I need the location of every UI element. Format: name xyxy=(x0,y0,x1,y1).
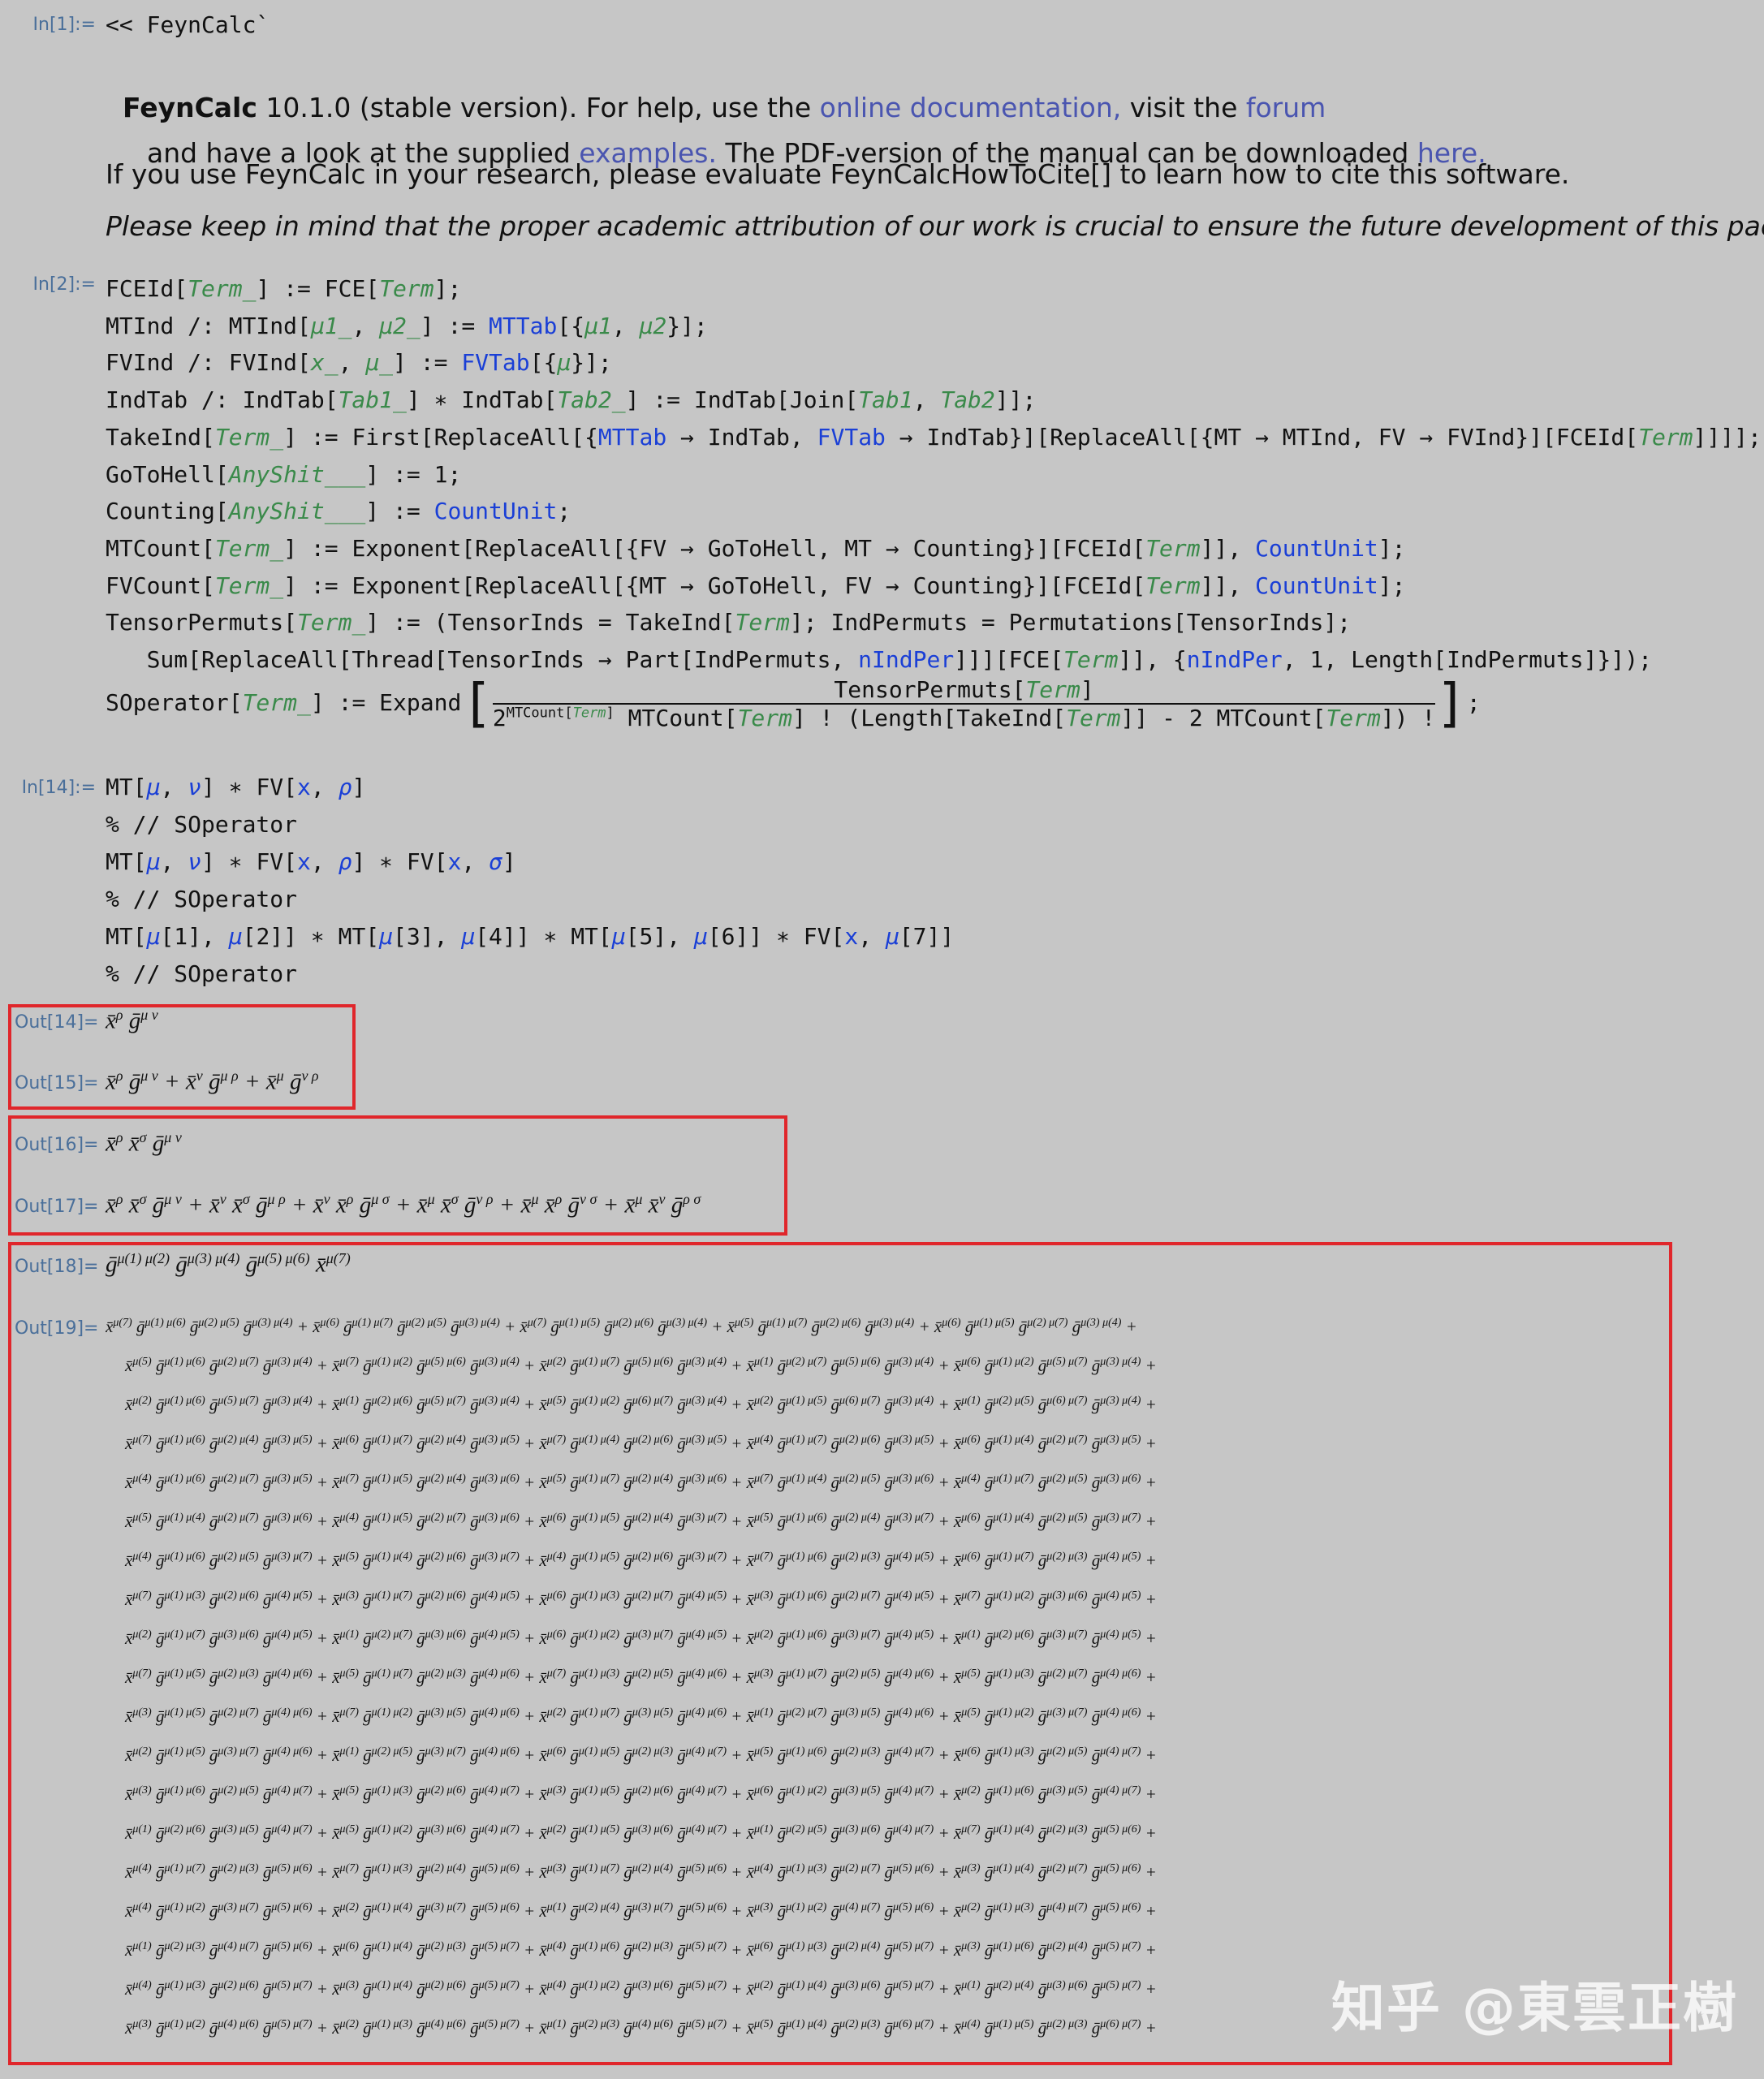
cell-label-out18: Out[18]= xyxy=(15,1257,99,1277)
cell-label-in14: In[14]:= xyxy=(21,778,96,798)
input-line-mt-fv-fv[interactable]: MT[μ, ν] ∗ FV[x, ρ] ∗ FV[x, σ] xyxy=(106,848,516,875)
sum-line: x̄μ(7) ḡμ(1) μ(6) ḡμ(2) μ(4) ḡμ(3) μ(5) … xyxy=(125,1434,1157,1453)
cell-label-out17: Out[17]= xyxy=(15,1197,99,1217)
input-line-get-feyncalc[interactable]: << FeynCalc` xyxy=(106,11,270,38)
sum-line: x̄μ(5) ḡμ(1) μ(4) ḡμ(2) μ(7) ḡμ(3) μ(6) … xyxy=(125,1512,1157,1531)
cell-label-out19: Out[19]= xyxy=(15,1318,99,1339)
output-out16: x̄ρ x̄σ ḡμ ν xyxy=(106,1129,182,1157)
input-line-soperator-3[interactable]: % // SOperator xyxy=(106,960,297,987)
sum-line: x̄μ(4) ḡμ(1) μ(6) ḡμ(2) μ(7) ḡμ(3) μ(5) … xyxy=(125,1473,1157,1492)
sum-line: x̄μ(7) ḡμ(1) μ(3) ḡμ(2) μ(6) ḡμ(4) μ(5) … xyxy=(125,1589,1157,1609)
sum-line: x̄μ(4) ḡμ(1) μ(7) ḡμ(2) μ(3) ḡμ(5) μ(6) … xyxy=(125,1862,1157,1882)
sum-line: x̄μ(1) ḡμ(2) μ(6) ḡμ(3) μ(5) ḡμ(4) μ(7) … xyxy=(125,1823,1157,1843)
zhihu-watermark: 知乎 @東雲正樹 xyxy=(1331,1977,1738,2039)
input-line-mt-fv[interactable]: MT[μ, ν] ∗ FV[x, ρ] xyxy=(106,774,365,800)
banner-please-text: Please keep in mind that the proper acad… xyxy=(106,210,1764,242)
sum-line: x̄μ(2) ḡμ(1) μ(5) ḡμ(3) μ(7) ḡμ(4) μ(6) … xyxy=(125,1745,1157,1765)
banner-cite-text: If you use FeynCalc in your research, pl… xyxy=(106,158,1570,190)
cell-label-out15: Out[15]= xyxy=(15,1073,99,1093)
sum-line: x̄μ(5) ḡμ(1) μ(6) ḡμ(2) μ(7) ḡμ(3) μ(4) … xyxy=(125,1356,1157,1375)
sum-line: x̄μ(7) ḡμ(1) μ(5) ḡμ(2) μ(3) ḡμ(4) μ(6) … xyxy=(125,1667,1157,1687)
output-out17: x̄ρ x̄σ ḡμ ν + x̄ν x̄σ ḡμ ρ + x̄ν x̄ρ ḡμ… xyxy=(106,1191,701,1219)
input-line-soperator-2[interactable]: % // SOperator xyxy=(106,886,297,912)
sum-line: x̄μ(5) ḡμ(1) μ(3) ḡμ(2) μ(4) ḡμ(6) μ(7) … xyxy=(106,2046,1667,2052)
output-out14: x̄ρ ḡμ ν xyxy=(106,1007,158,1034)
soperator-fraction: TensorPermuts[Term] 2MTCount[Term] MTCoun… xyxy=(492,676,1436,731)
cell-label-in1: In[1]:= xyxy=(32,15,96,35)
output-out15: x̄ρ ḡμ ν + x̄ν ḡμ ρ + x̄μ ḡν ρ xyxy=(106,1068,319,1095)
sum-line: x̄μ(7) ḡμ(1) μ(6) ḡμ(2) μ(5) ḡμ(3) μ(4) … xyxy=(106,1317,1137,1336)
sum-line: x̄μ(3) ḡμ(1) μ(5) ḡμ(2) μ(7) ḡμ(4) μ(6) … xyxy=(125,1706,1157,1726)
sum-line: x̄μ(2) ḡμ(1) μ(7) ḡμ(3) μ(6) ḡμ(4) μ(5) … xyxy=(125,1628,1157,1648)
input-line-soperator[interactable]: SOperator[Term_] := Expand[TensorPermuts… xyxy=(106,674,1481,734)
input-cell-in2[interactable]: FCEId[Term_] := FCE[Term]; MTInd /: MTIn… xyxy=(106,270,1762,679)
input-line-soperator-1[interactable]: % // SOperator xyxy=(106,811,297,838)
output-out19-sum: x̄μ(7) ḡμ(1) μ(6) ḡμ(2) μ(5) ḡμ(3) μ(4) … xyxy=(106,1305,1667,2052)
cell-label-in2: In[2]:= xyxy=(32,274,96,295)
sum-line: x̄μ(4) ḡμ(1) μ(2) ḡμ(3) μ(7) ḡμ(5) μ(6) … xyxy=(125,1901,1157,1921)
sum-line: x̄μ(4) ḡμ(1) μ(6) ḡμ(2) μ(5) ḡμ(3) μ(7) … xyxy=(125,1551,1157,1570)
input-line-mt-mt-mt-fv[interactable]: MT[μ[1], μ[2]] ∗ MT[μ[3], μ[4]] ∗ MT[μ[5… xyxy=(106,923,954,950)
cell-label-out16: Out[16]= xyxy=(15,1135,99,1155)
sum-line: x̄μ(2) ḡμ(1) μ(6) ḡμ(5) μ(7) ḡμ(3) μ(4) … xyxy=(125,1395,1157,1414)
sum-line: x̄μ(1) ḡμ(2) μ(3) ḡμ(4) μ(7) ḡμ(5) μ(6) … xyxy=(125,1940,1157,1960)
output-out18: ḡμ(1) μ(2) ḡμ(3) μ(4) ḡμ(5) μ(6) x̄μ(7) xyxy=(106,1250,351,1278)
sum-line: x̄μ(3) ḡμ(1) μ(6) ḡμ(2) μ(5) ḡμ(4) μ(7) … xyxy=(125,1784,1157,1804)
cell-label-out14: Out[14]= xyxy=(15,1012,99,1033)
